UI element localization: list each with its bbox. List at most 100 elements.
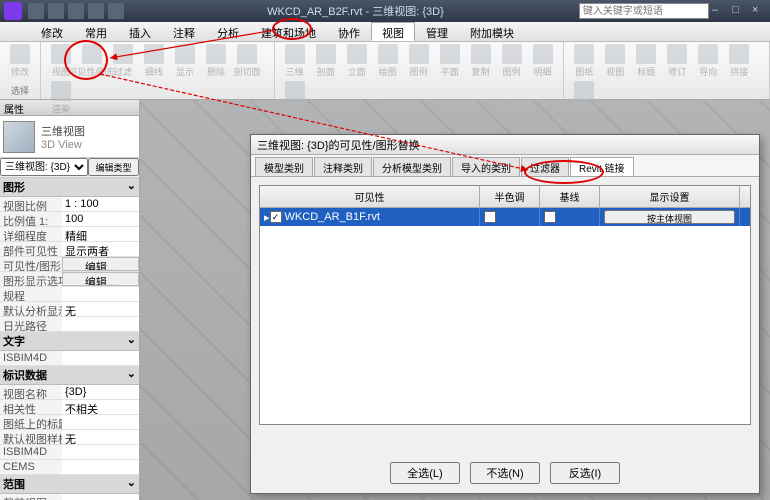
prop-category[interactable]: 范围⌄ bbox=[0, 475, 139, 494]
dialog-tab-注释类别[interactable]: 注释类别 bbox=[314, 157, 372, 176]
grid-col-可见性[interactable]: 可见性 bbox=[260, 186, 480, 207]
display-settings-button[interactable]: 按主体视图 bbox=[604, 210, 735, 224]
dialog-tab-分析模型类别[interactable]: 分析模型类别 bbox=[373, 157, 451, 176]
menu-tab-视图[interactable]: 视图 bbox=[371, 22, 415, 41]
ribbon-btn-拼接[interactable]: 拼接 bbox=[725, 44, 753, 78]
prop-row[interactable]: 详细程度精细 bbox=[0, 227, 139, 242]
prop-category[interactable]: 图形⌄ bbox=[0, 178, 139, 197]
prop-value[interactable] bbox=[62, 494, 139, 500]
prop-row[interactable]: ISBIM4D bbox=[0, 445, 139, 460]
grid-col-显示设置[interactable]: 显示设置 bbox=[600, 186, 740, 207]
qat-undo-icon[interactable] bbox=[68, 3, 84, 19]
prop-row[interactable]: 比例值 1:100 bbox=[0, 212, 139, 227]
prop-value[interactable]: 1 : 100 bbox=[62, 197, 139, 211]
ribbon-btn-绘图[interactable]: 绘图 bbox=[374, 44, 402, 78]
ribbon-btn-平面[interactable]: 平面 bbox=[436, 44, 464, 78]
qat-print-icon[interactable] bbox=[108, 3, 124, 19]
prop-row[interactable]: 裁剪视图 bbox=[0, 494, 139, 500]
property-grid[interactable]: 图形⌄视图比例1 : 100比例值 1:100详细程度精细部件可见性显示两者可见… bbox=[0, 178, 139, 500]
grid-col-半色调[interactable]: 半色调 bbox=[480, 186, 540, 207]
halftone-checkbox[interactable] bbox=[484, 211, 496, 223]
prop-row[interactable]: 视图名称{3D} bbox=[0, 385, 139, 400]
prop-row[interactable]: 图形显示选项编辑... bbox=[0, 272, 139, 287]
prop-value[interactable]: 不相关 bbox=[62, 400, 139, 414]
prop-row[interactable]: 可见性/图形编辑... bbox=[0, 257, 139, 272]
dialog-tab-模型类别[interactable]: 模型类别 bbox=[255, 157, 313, 176]
prop-row[interactable]: 视图比例1 : 100 bbox=[0, 197, 139, 212]
ribbon-btn-复制[interactable]: 复制 bbox=[467, 44, 495, 78]
invert-button[interactable]: 反选(I) bbox=[550, 462, 620, 484]
prop-value[interactable] bbox=[62, 351, 139, 365]
ribbon-btn-导向[interactable]: 导向 bbox=[694, 44, 722, 78]
prop-row[interactable]: 默认分析显示无 bbox=[0, 302, 139, 317]
app-logo-icon[interactable] bbox=[4, 2, 22, 20]
dialog-tab-Revit 链接[interactable]: Revit 链接 bbox=[570, 157, 634, 176]
link-row[interactable]: ▸ ✓WKCD_AR_B1F.rvt按主体视图 bbox=[260, 208, 750, 226]
ribbon-btn-细线[interactable]: 细线 bbox=[140, 44, 168, 78]
prop-row[interactable]: 图纸上的标题 bbox=[0, 415, 139, 430]
qat-open-icon[interactable] bbox=[28, 3, 44, 19]
underlay-checkbox[interactable] bbox=[544, 211, 556, 223]
prop-value[interactable] bbox=[62, 460, 139, 474]
qat-redo-icon[interactable] bbox=[88, 3, 104, 19]
maximize-icon[interactable]: □ bbox=[732, 4, 746, 18]
prop-value[interactable] bbox=[62, 317, 139, 331]
prop-value[interactable]: 编辑... bbox=[62, 257, 139, 271]
ribbon-btn-过滤[interactable]: 过滤 bbox=[109, 44, 137, 78]
prop-value[interactable]: 显示两者 bbox=[62, 242, 139, 256]
prop-row[interactable]: 日光路径 bbox=[0, 317, 139, 332]
menu-tab-分析[interactable]: 分析 bbox=[206, 22, 250, 41]
ribbon-btn-修订[interactable]: 修订 bbox=[663, 44, 691, 78]
menu-tab-协作[interactable]: 协作 bbox=[327, 22, 371, 41]
ribbon-btn-标题[interactable]: 标题 bbox=[632, 44, 660, 78]
ribbon-btn-视图[interactable]: 视图 bbox=[601, 44, 629, 78]
prop-value[interactable]: 无 bbox=[62, 302, 139, 316]
ribbon-btn-图纸[interactable]: 图纸 bbox=[570, 44, 598, 78]
prop-category[interactable]: 标识数据⌄ bbox=[0, 366, 139, 385]
ribbon-btn-可见性/图形[interactable]: 可见性/图形 bbox=[78, 44, 106, 78]
grid-col-基线[interactable]: 基线 bbox=[540, 186, 600, 207]
select-none-button[interactable]: 不选(N) bbox=[470, 462, 540, 484]
menu-tab-插入[interactable]: 插入 bbox=[118, 22, 162, 41]
prop-value[interactable]: 精细 bbox=[62, 227, 139, 241]
menu-tab-常用[interactable]: 常用 bbox=[74, 22, 118, 41]
ribbon-btn-三维[interactable]: 三维 bbox=[281, 44, 309, 78]
menu-tab-附加模块[interactable]: 附加模块 bbox=[459, 22, 525, 41]
type-preview[interactable]: 三维视图 3D View bbox=[0, 116, 139, 158]
prop-row[interactable]: 部件可见性显示两者 bbox=[0, 242, 139, 257]
ribbon-btn-剖面[interactable]: 剖面 bbox=[312, 44, 340, 78]
help-search-input[interactable] bbox=[579, 3, 709, 19]
menu-tab-修改[interactable]: 修改 bbox=[30, 22, 74, 41]
edit-type-button[interactable]: 编辑类型 bbox=[88, 158, 139, 176]
ribbon-btn-明细[interactable]: 明细 bbox=[529, 44, 557, 78]
menu-tab-管理[interactable]: 管理 bbox=[415, 22, 459, 41]
ribbon-btn-显示[interactable]: 显示 bbox=[171, 44, 199, 78]
prop-value[interactable] bbox=[62, 287, 139, 301]
prop-value[interactable] bbox=[62, 445, 139, 459]
links-grid[interactable]: 可见性半色调基线显示设置 ▸ ✓WKCD_AR_B1F.rvt按主体视图 bbox=[259, 185, 751, 425]
ribbon-btn-图例[interactable]: 图例 bbox=[498, 44, 526, 78]
ribbon-btn-修改[interactable]: 修改 bbox=[6, 44, 34, 78]
prop-row[interactable]: 规程 bbox=[0, 287, 139, 302]
ribbon-btn-图例[interactable]: 图例 bbox=[405, 44, 433, 78]
prop-value[interactable]: {3D} bbox=[62, 385, 139, 399]
menu-tab-注释[interactable]: 注释 bbox=[162, 22, 206, 41]
ribbon-btn-渲染[interactable]: 渲染 bbox=[47, 81, 75, 115]
ribbon-btn-删除[interactable]: 删除 bbox=[202, 44, 230, 78]
prop-row[interactable]: 相关性不相关 bbox=[0, 400, 139, 415]
prop-row[interactable]: CEMS bbox=[0, 460, 139, 475]
dialog-tab-导入的类别[interactable]: 导入的类别 bbox=[452, 157, 520, 176]
select-all-button[interactable]: 全选(L) bbox=[390, 462, 460, 484]
prop-category[interactable]: 文字⌄ bbox=[0, 332, 139, 351]
prop-value[interactable]: 100 bbox=[62, 212, 139, 226]
prop-value[interactable]: 无 bbox=[62, 430, 139, 444]
visibility-checkbox[interactable]: ✓ bbox=[270, 211, 282, 223]
prop-value[interactable]: 编辑... bbox=[62, 272, 139, 286]
minimize-icon[interactable]: – bbox=[712, 4, 726, 18]
close-icon[interactable]: × bbox=[752, 4, 766, 18]
type-selector[interactable]: 三维视图: {3D} bbox=[0, 158, 88, 176]
prop-row[interactable]: ISBIM4D bbox=[0, 351, 139, 366]
prop-row[interactable]: 默认视图样板无 bbox=[0, 430, 139, 445]
dialog-tab-过滤器[interactable]: 过滤器 bbox=[521, 157, 569, 176]
ribbon-btn-剖切面[interactable]: 剖切面 bbox=[233, 44, 261, 78]
